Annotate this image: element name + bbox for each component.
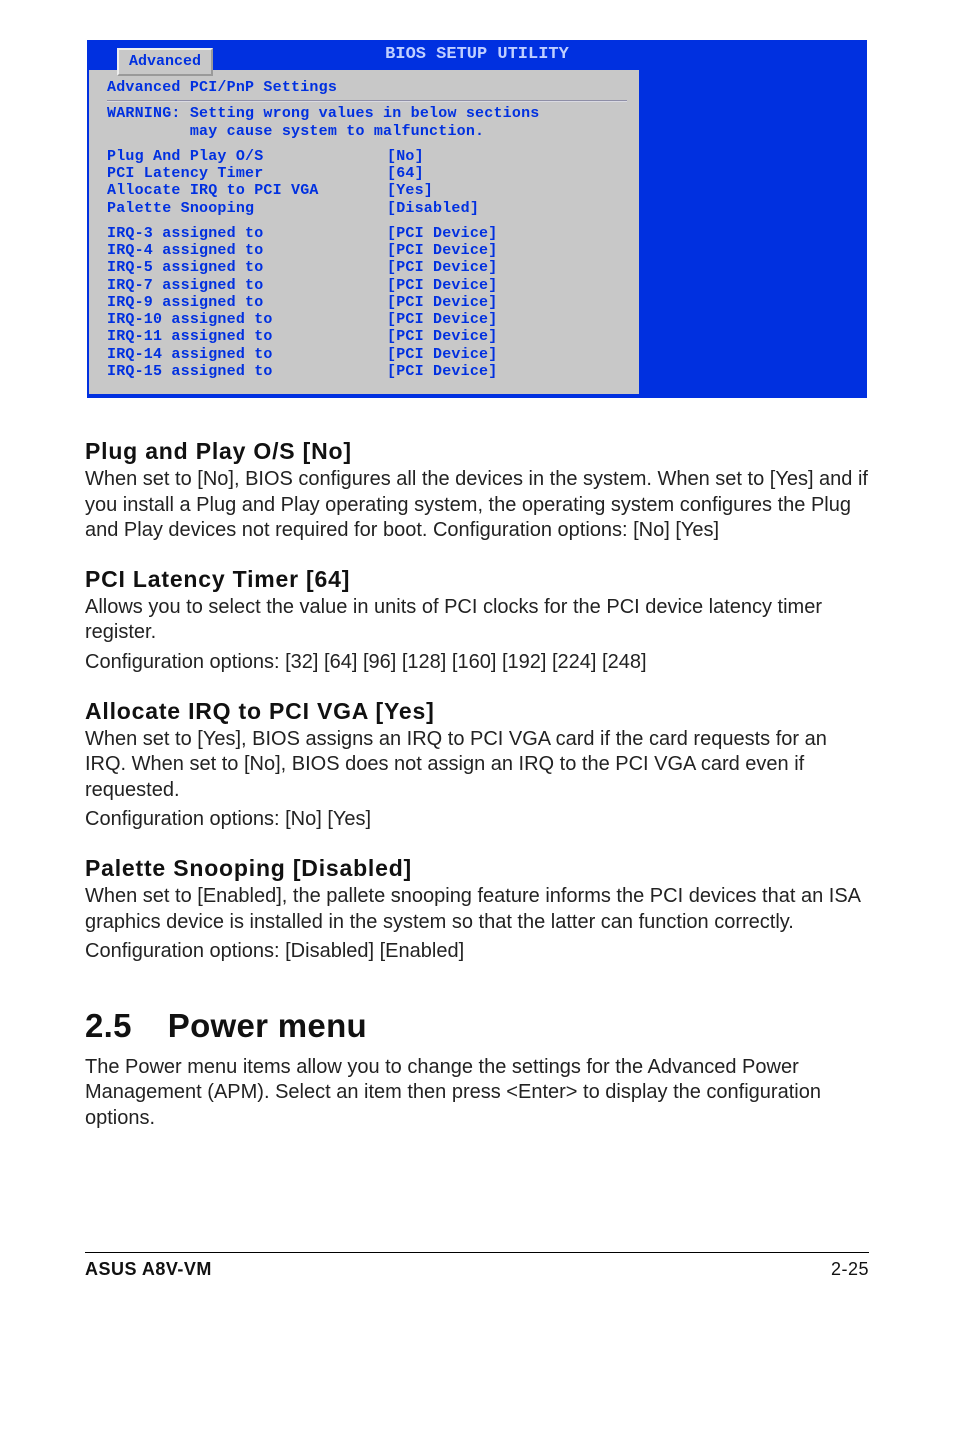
bios-tab-advanced: Advanced xyxy=(117,48,213,76)
bios-setting-value: [PCI Device] xyxy=(387,259,497,276)
option-heading-pci-latency: PCI Latency Timer [64] xyxy=(85,566,869,593)
bios-setting-value: [PCI Device] xyxy=(387,277,497,294)
section-title: Power menu xyxy=(168,1007,367,1045)
bios-screen-title: Advanced PCI/PnP Settings xyxy=(107,76,627,98)
bios-warning-line2: may cause system to malfunction. xyxy=(107,123,627,140)
option-desc: When set to [Enabled], the pallete snoop… xyxy=(85,884,869,935)
option-desc: When set to [Yes], BIOS assigns an IRQ t… xyxy=(85,727,869,804)
bios-setting-row: IRQ-5 assigned to[PCI Device] xyxy=(107,259,627,276)
bios-setting-key: IRQ-10 assigned to xyxy=(107,311,387,328)
bios-setting-value: [64] xyxy=(387,165,424,182)
bios-setting-value: [PCI Device] xyxy=(387,225,497,242)
bios-setting-row: IRQ-3 assigned to[PCI Device] xyxy=(107,225,627,242)
bios-setting-key: PCI Latency Timer xyxy=(107,165,387,182)
option-heading-allocate-irq: Allocate IRQ to PCI VGA [Yes] xyxy=(85,698,869,725)
bios-setting-value: [PCI Device] xyxy=(387,242,497,259)
option-desc: Configuration options: [32] [64] [96] [1… xyxy=(85,650,869,676)
bios-setting-key: IRQ-15 assigned to xyxy=(107,363,387,380)
bios-setting-key: IRQ-3 assigned to xyxy=(107,225,387,242)
footer-product: ASUS A8V-VM xyxy=(85,1259,212,1280)
bios-setting-key: Palette Snooping xyxy=(107,200,387,217)
bios-setting-row: Allocate IRQ to PCI VGA[Yes] xyxy=(107,182,627,199)
bios-setting-row: IRQ-4 assigned to[PCI Device] xyxy=(107,242,627,259)
bios-warning-line1: WARNING: Setting wrong values in below s… xyxy=(107,105,627,122)
bios-header: BIOS SETUP UTILITY Advanced xyxy=(89,44,865,70)
page-footer: ASUS A8V-VM 2-25 xyxy=(85,1252,869,1280)
bios-setting-value: [Disabled] xyxy=(387,200,479,217)
option-heading-palette-snooping: Palette Snooping [Disabled] xyxy=(85,855,869,882)
bios-setting-value: [PCI Device] xyxy=(387,346,497,363)
bios-setting-row: IRQ-9 assigned to[PCI Device] xyxy=(107,294,627,311)
bios-setting-key: IRQ-7 assigned to xyxy=(107,277,387,294)
bios-setting-key: Plug And Play O/S xyxy=(107,148,387,165)
bios-setting-value: [PCI Device] xyxy=(387,363,497,380)
bios-setting-key: Allocate IRQ to PCI VGA xyxy=(107,182,387,199)
option-desc: Configuration options: [No] [Yes] xyxy=(85,807,869,833)
bios-setting-row: PCI Latency Timer[64] xyxy=(107,165,627,182)
bios-setting-value: [PCI Device] xyxy=(387,294,497,311)
bios-setting-value: [No] xyxy=(387,148,424,165)
bios-setting-key: IRQ-9 assigned to xyxy=(107,294,387,311)
bios-divider xyxy=(107,100,627,102)
bios-setting-value: [PCI Device] xyxy=(387,328,497,345)
bios-setting-row: IRQ-10 assigned to[PCI Device] xyxy=(107,311,627,328)
bios-setting-row: IRQ-14 assigned to[PCI Device] xyxy=(107,346,627,363)
bios-setting-value: [Yes] xyxy=(387,182,433,199)
footer-page-number: 2-25 xyxy=(831,1259,869,1280)
bios-setting-key: IRQ-14 assigned to xyxy=(107,346,387,363)
bios-setting-value: [PCI Device] xyxy=(387,311,497,328)
bios-utility-title: BIOS SETUP UTILITY xyxy=(385,45,569,64)
section-number: 2.5 xyxy=(85,1007,132,1045)
bios-screenshot: BIOS SETUP UTILITY Advanced Advanced PCI… xyxy=(87,40,867,398)
bios-setting-row: IRQ-15 assigned to[PCI Device] xyxy=(107,363,627,380)
option-heading-plug-and-play: Plug and Play O/S [No] xyxy=(85,438,869,465)
option-desc: When set to [No], BIOS configures all th… xyxy=(85,467,869,544)
option-desc: Configuration options: [Disabled] [Enabl… xyxy=(85,939,869,965)
bios-setting-row: Palette Snooping[Disabled] xyxy=(107,200,627,217)
bios-help-panel xyxy=(639,70,865,394)
bios-setting-row: IRQ-7 assigned to[PCI Device] xyxy=(107,277,627,294)
bios-setting-row: IRQ-11 assigned to[PCI Device] xyxy=(107,328,627,345)
bios-setting-key: IRQ-5 assigned to xyxy=(107,259,387,276)
section-desc: The Power menu items allow you to change… xyxy=(85,1055,869,1132)
bios-setting-row: Plug And Play O/S[No] xyxy=(107,148,627,165)
option-desc: Allows you to select the value in units … xyxy=(85,595,869,646)
bios-setting-key: IRQ-4 assigned to xyxy=(107,242,387,259)
bios-setting-key: IRQ-11 assigned to xyxy=(107,328,387,345)
